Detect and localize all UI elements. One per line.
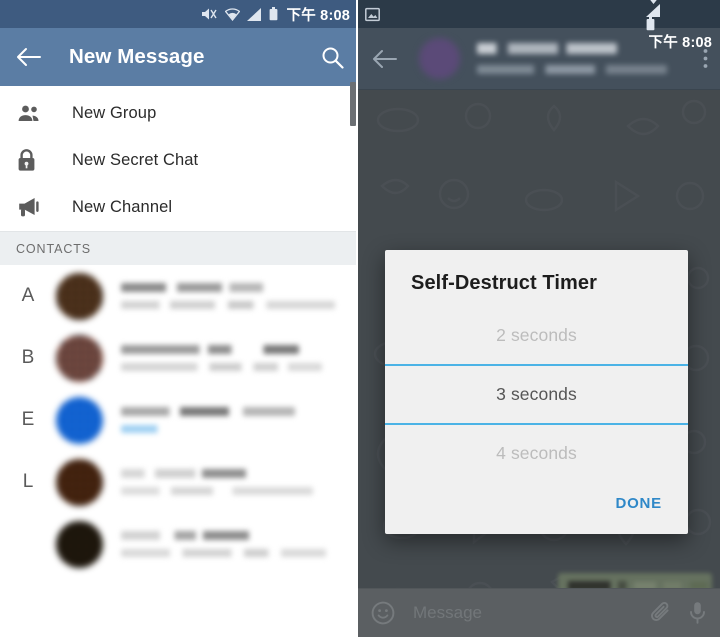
avatar: [56, 520, 103, 568]
contact-status-redacted: [121, 549, 327, 557]
contact-name-redacted: [121, 283, 309, 292]
avatar: [56, 334, 103, 382]
picker-option-label: 4 seconds: [496, 443, 577, 463]
contact-status-redacted: [121, 425, 229, 433]
right-status-bar: 下午 8:08: [358, 0, 720, 51]
picker-option-label: 3 seconds: [496, 384, 577, 404]
avatar: [56, 272, 103, 320]
contact-name-redacted: [121, 531, 300, 540]
menu-item-new-secret-chat[interactable]: New Secret Chat: [0, 137, 358, 184]
avatar: [56, 396, 103, 444]
menu-item-label: New Secret Chat: [72, 151, 199, 169]
contact-text: [121, 531, 358, 557]
mute-icon: [201, 8, 217, 20]
duration-picker[interactable]: 2 seconds 3 seconds 4 seconds: [385, 307, 688, 482]
menu-item-new-channel[interactable]: New Channel: [0, 184, 358, 231]
picker-option-label: 2 seconds: [496, 325, 577, 345]
left-app-bar: New Message: [0, 28, 358, 86]
done-button[interactable]: DONE: [611, 489, 666, 518]
back-arrow-icon[interactable]: [16, 47, 41, 67]
avatar: [419, 38, 460, 79]
picker-option-above[interactable]: 2 seconds: [385, 307, 688, 364]
contact-index-letter: A: [21, 285, 35, 306]
left-status-icons: [201, 7, 278, 21]
right-screen-chat: 下午 8:08 Message Self-Destruct Timer 2 se…: [358, 0, 720, 637]
list-item[interactable]: E: [0, 389, 358, 451]
contact-text: [121, 283, 358, 309]
megaphone-icon: [17, 197, 51, 218]
new-message-menu: New Group New Secret Chat New Channel: [0, 86, 358, 231]
picker-option-below[interactable]: 4 seconds: [385, 425, 688, 482]
wifi-icon: [224, 7, 240, 21]
dialog-title: Self-Destruct Timer: [411, 272, 598, 294]
peer-status-redacted: [477, 65, 667, 74]
contact-name-redacted: [121, 345, 300, 354]
menu-item-new-group[interactable]: New Group: [0, 90, 358, 137]
contact-status-redacted: [121, 487, 313, 495]
chat-peer-header[interactable]: [419, 38, 703, 79]
peer-name-redacted: [477, 43, 618, 54]
left-status-bar: 下午 8:08: [0, 0, 358, 28]
peer-text: [477, 43, 703, 74]
left-screen-new-message: 下午 8:08 New Message New Group New Secret…: [0, 0, 358, 637]
menu-item-label: New Channel: [72, 198, 173, 216]
contact-status-redacted: [121, 363, 322, 371]
battery-icon: [269, 7, 277, 21]
dual-screenshot-composite: 下午 8:08 New Message New Group New Secret…: [0, 0, 720, 637]
self-destruct-timer-dialog: Self-Destruct Timer 2 seconds 3 seconds …: [385, 250, 688, 534]
screenshot-notification-icon: [365, 7, 380, 21]
contact-index-letter: B: [21, 347, 35, 368]
contact-name-redacted: [121, 469, 291, 478]
contact-name-redacted: [121, 407, 295, 416]
contact-text: [121, 345, 358, 371]
contact-status-redacted: [121, 301, 336, 309]
group-icon: [17, 104, 51, 123]
battery-icon: [646, 16, 654, 30]
dialog-actions: DONE: [385, 489, 688, 534]
list-item[interactable]: L: [0, 451, 358, 513]
right-app-bar: [358, 28, 720, 90]
contact-index-letter: L: [22, 471, 34, 492]
back-arrow-icon[interactable]: [372, 49, 397, 69]
list-item[interactable]: B: [0, 327, 358, 389]
left-status-clock: 下午 8:08: [286, 7, 350, 24]
contacts-header-label: CONTACTS: [16, 241, 92, 256]
contacts-section-header: CONTACTS: [0, 231, 358, 265]
list-item[interactable]: [0, 513, 358, 575]
contact-index-letter: E: [21, 409, 35, 430]
menu-item-label: New Group: [72, 104, 157, 122]
picker-option-selected[interactable]: 3 seconds: [385, 366, 688, 423]
contact-text: [121, 407, 358, 433]
more-vertical-icon[interactable]: [703, 48, 708, 69]
search-icon[interactable]: [321, 46, 344, 69]
lock-icon: [17, 149, 51, 172]
page-title: New Message: [69, 45, 205, 68]
signal-icon: [645, 3, 660, 17]
list-item[interactable]: A: [0, 265, 358, 327]
chat-message-area: You set the self-destruct timer to 3 sec…: [358, 90, 720, 637]
signal-icon: [246, 7, 261, 21]
avatar: [56, 458, 103, 506]
contact-text: [121, 469, 358, 495]
